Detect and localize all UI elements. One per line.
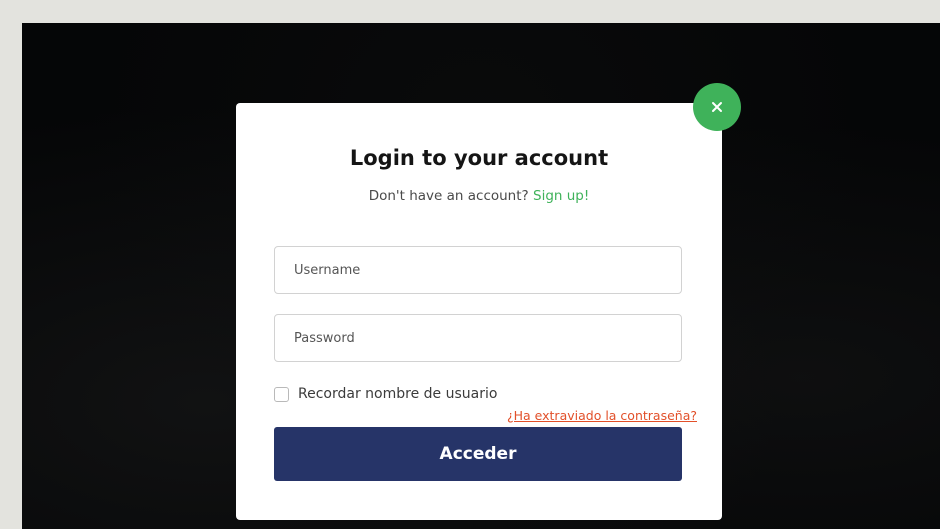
password-input[interactable]	[274, 314, 682, 362]
forgot-password-link[interactable]: ¿Ha extraviado la contraseña?	[507, 408, 697, 423]
login-submit-button[interactable]: Acceder	[274, 427, 682, 481]
close-icon	[712, 102, 722, 112]
remember-username-row[interactable]: Recordar nombre de usuario	[274, 386, 497, 402]
modal-title: Login to your account	[349, 146, 609, 170]
remember-username-checkbox[interactable]	[274, 386, 289, 402]
signup-prompt-text: Don't have an account?	[368, 188, 529, 204]
remember-username-label: Recordar nombre de usuario	[298, 386, 498, 402]
signup-link[interactable]: Sign up!	[533, 188, 589, 204]
username-input[interactable]	[274, 246, 682, 294]
login-modal: Login to your account Don't have an acco…	[236, 103, 722, 520]
close-modal-button[interactable]	[693, 83, 741, 131]
signup-prompt-line: Don't have an account? Sign up!	[236, 188, 722, 204]
